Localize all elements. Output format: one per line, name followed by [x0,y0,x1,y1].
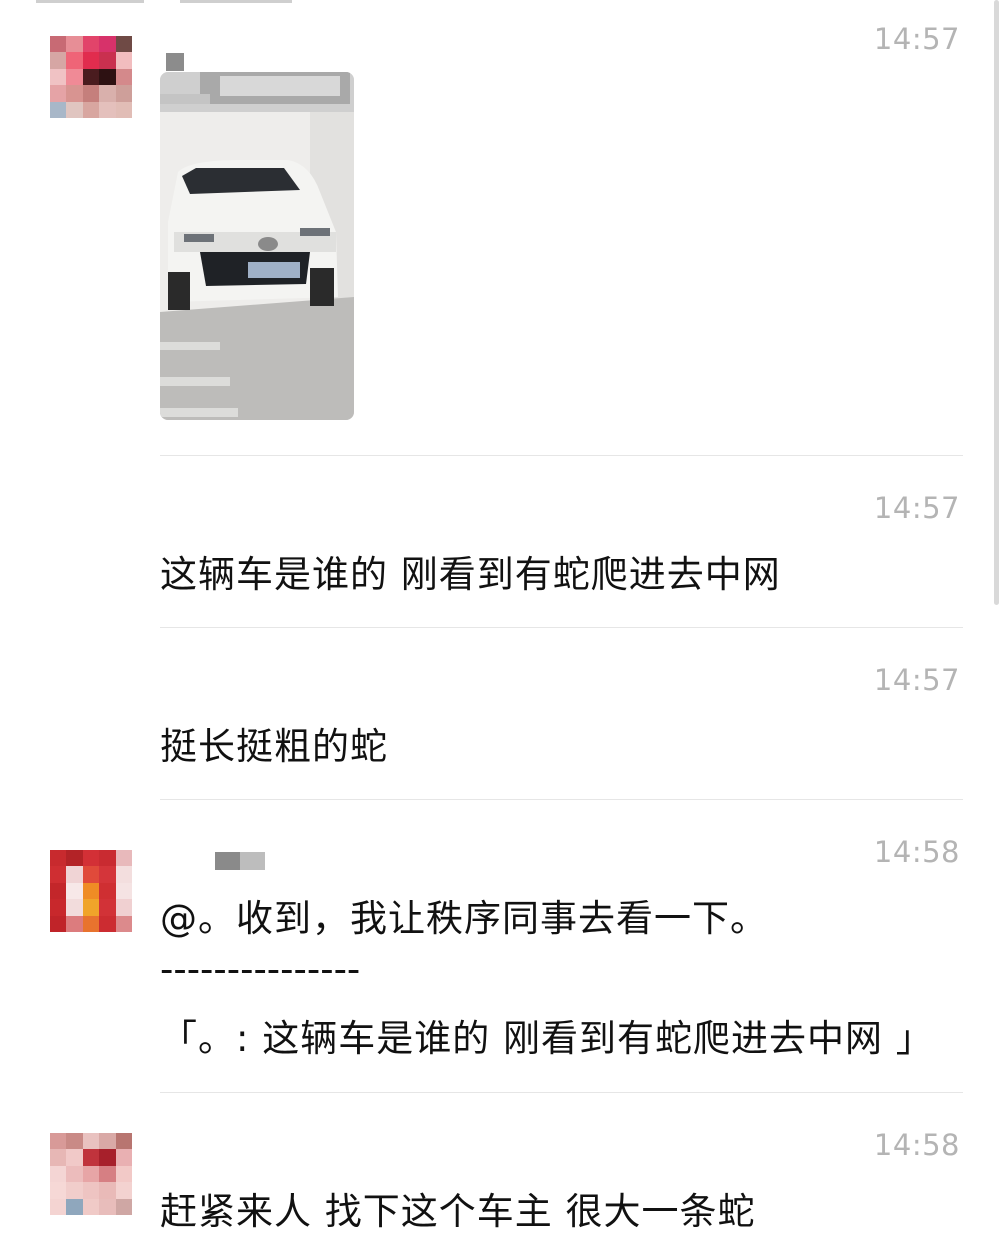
quoted-message: 「。: 这辆车是谁的 刚看到有蛇爬进去中网 」 [160,1017,934,1060]
message-reply: 14:58 @。收到，我让秩序同事去看一下。 --------------- 「… [0,800,1002,1092]
avatar[interactable] [50,36,132,118]
avatar[interactable] [50,850,132,932]
message-body: 赶紧来人 找下这个车主 很大一条蛇 [160,1190,756,1233]
message-text: 14:58 赶紧来人 找下这个车主 很大一条蛇 [0,1093,1002,1233]
message-text: 14:57 挺长挺粗的蛇 [0,628,1002,800]
quote-separator: --------------- [160,948,361,991]
message-text: 14:57 这辆车是谁的 刚看到有蛇爬进去中网 [0,456,1002,628]
message-timestamp: 14:58 [873,1128,960,1162]
message-timestamp: 14:57 [873,22,960,56]
chat-thread: 14:57 14:57 这辆车是谁的 刚看到有蛇爬进去中网 14:57 挺长挺粗… [0,0,1002,1233]
message-body: 挺长挺粗的蛇 [160,725,388,768]
sender-name-redacted [166,53,184,71]
car-photo[interactable] [160,72,354,420]
sender-name-redacted [215,852,265,870]
avatar[interactable] [50,1133,132,1215]
message-timestamp: 14:57 [873,491,960,525]
message-timestamp: 14:58 [873,835,960,869]
message-image: 14:57 [0,0,1002,456]
message-body: @。收到，我让秩序同事去看一下。 [160,897,768,940]
car-photo-image [160,72,354,420]
message-timestamp: 14:57 [873,663,960,697]
message-body: 这辆车是谁的 刚看到有蛇爬进去中网 [160,553,781,596]
